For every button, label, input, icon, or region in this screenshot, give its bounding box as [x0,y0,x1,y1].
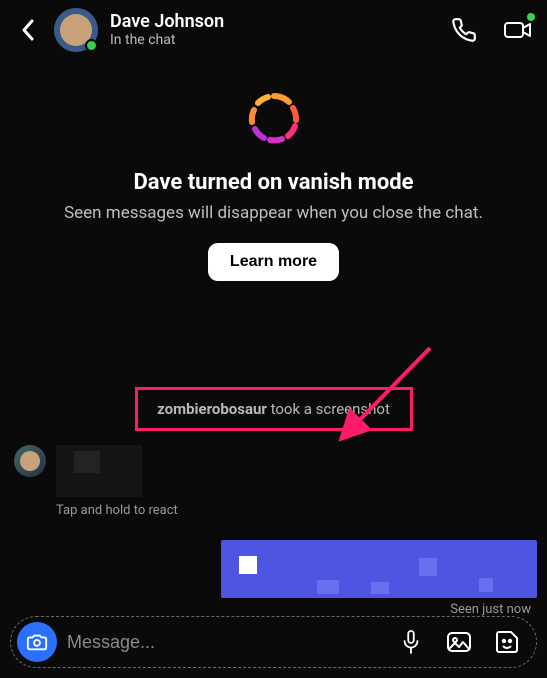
sticker-button[interactable] [492,627,522,657]
back-button[interactable] [14,16,42,44]
incoming-message-bubble[interactable] [56,445,142,497]
video-call-button[interactable] [503,15,533,45]
screenshot-notice: zombierobosaur took a screenshot [135,387,413,431]
mic-button[interactable] [396,627,426,657]
screenshot-notice-suffix: took a screenshot [267,400,390,418]
incoming-message-row [0,445,547,497]
incoming-avatar[interactable] [14,445,46,477]
message-input[interactable] [67,632,386,653]
outgoing-message-row [0,536,547,598]
microphone-icon [400,629,422,655]
video-presence-dot-icon [527,13,535,21]
gallery-button[interactable] [444,627,474,657]
video-icon [503,18,533,42]
image-icon [446,630,472,654]
presence-indicator-icon [85,39,98,52]
chat-header: Dave Johnson In the chat [0,0,547,60]
screenshot-notice-username: zombierobosaur [157,400,267,418]
learn-more-button[interactable]: Learn more [208,243,339,281]
contact-status: In the chat [110,32,224,49]
back-chevron-icon [20,18,36,42]
vanish-mode-title: Dave turned on vanish mode [12,170,535,195]
vanish-mode-ring-icon [244,88,304,148]
vanish-mode-subtitle: Seen messages will disappear when you cl… [12,203,535,223]
contact-name-block[interactable]: Dave Johnson In the chat [110,11,224,49]
seen-label: Seen just now [0,598,547,617]
message-composer [10,616,537,668]
vanish-mode-notice: Dave turned on vanish mode Seen messages… [0,60,547,291]
react-hint: Tap and hold to react [56,503,547,518]
contact-avatar[interactable] [54,8,98,52]
phone-icon [451,17,477,43]
camera-icon [26,631,48,653]
sticker-smile-icon [494,629,520,655]
camera-button[interactable] [17,622,57,662]
outgoing-message-bubble[interactable] [221,540,537,598]
audio-call-button[interactable] [449,15,479,45]
contact-name: Dave Johnson [110,11,224,33]
